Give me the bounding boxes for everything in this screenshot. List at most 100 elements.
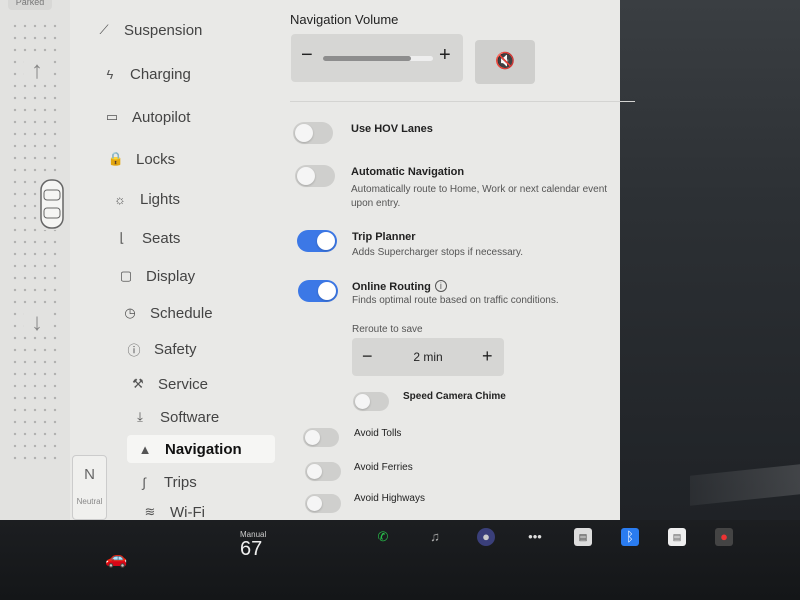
menu-item-service[interactable]: ⚒ Service: [128, 370, 208, 398]
toggle-knob: [307, 496, 322, 511]
hov-lanes-label: Use HOV Lanes: [351, 123, 433, 135]
car-topview-icon: [38, 178, 66, 230]
safety-icon: ⓘ: [127, 342, 141, 358]
notes-icon[interactable]: ▤: [668, 528, 686, 546]
menu-item-label: Trips: [164, 473, 197, 491]
menu-item-label: Display: [146, 267, 196, 285]
menu-item-software[interactable]: ⤓ Software: [130, 403, 219, 431]
wifi-icon: ≋: [144, 504, 156, 519]
arrow-up-icon[interactable]: ↑: [24, 58, 50, 84]
wrench-icon: ⚒: [132, 376, 144, 391]
clock-icon: ◷: [124, 305, 136, 320]
dashcam-icon[interactable]: ●: [715, 528, 733, 546]
menu-item-label: Navigation: [165, 440, 242, 458]
menu-item-schedule[interactable]: ◷ Schedule: [120, 299, 212, 327]
avoid-highways-toggle[interactable]: [305, 494, 341, 513]
trip-planner-label: Trip Planner: [352, 231, 416, 243]
trip-planner-toggle[interactable]: [297, 230, 337, 252]
sun-icon: ☼: [114, 191, 126, 207]
divider: [290, 101, 635, 102]
menu-item-label: Service: [158, 375, 209, 393]
avoid-tolls-toggle[interactable]: [303, 428, 339, 447]
avoid-ferries-toggle[interactable]: [305, 462, 341, 481]
navigation-settings-panel: Navigation Volume − + 🔇 Use HOV Lanes Au…: [285, 0, 635, 520]
arrow-down-icon[interactable]: ↓: [24, 310, 50, 336]
car-status-strip: Parked ↑ ↓: [0, 0, 70, 520]
bottom-dock: 🚗 Manual 67 ✆ ♫ ● ••• ▤ ᛒ ▤ ●: [0, 520, 800, 600]
volume-slider-box[interactable]: − +: [291, 34, 463, 82]
bluetooth-icon[interactable]: ᛒ: [621, 528, 639, 546]
volume-fill: [323, 56, 411, 61]
toggle-knob: [307, 464, 322, 479]
lightning-icon: ϟ: [106, 66, 114, 82]
trips-icon: ∫: [142, 474, 146, 490]
dotted-background: [10, 20, 60, 460]
settings-screen: Parked ↑ ↓ N Neutral ⟋ Suspension ϟ Chargin…: [0, 0, 635, 521]
menu-item-label: Charging: [130, 65, 191, 83]
menu-item-charging[interactable]: ϟ Charging: [100, 60, 191, 88]
online-routing-label-text: Online Routing: [352, 281, 431, 293]
avoid-tolls-label: Avoid Tolls: [354, 428, 402, 439]
menu-item-label: Suspension: [124, 21, 203, 39]
toggle-knob: [355, 394, 370, 409]
trip-planner-desc: Adds Supercharger stops if necessary.: [352, 247, 524, 258]
menu-item-display[interactable]: ▢ Display: [116, 262, 195, 290]
more-icon[interactable]: •••: [526, 528, 544, 546]
speed-readout[interactable]: 67: [240, 538, 262, 561]
menu-item-label: Lights: [140, 190, 181, 208]
menu-item-navigation[interactable]: ▲ Navigation: [127, 435, 275, 463]
menu-item-autopilot[interactable]: ▭ Autopilot: [102, 103, 191, 131]
menu-item-locks[interactable]: 🔒 Locks: [106, 145, 175, 173]
avoid-highways-label: Avoid Highways: [354, 493, 425, 504]
menu-item-label: Software: [160, 408, 220, 426]
settings-menu: ⟋ Suspension ϟ Charging ▭ Autopilot 🔒 Locks ☼ Lig…: [90, 0, 290, 521]
volume-slider[interactable]: [323, 56, 433, 61]
screen-bezel: [620, 0, 800, 520]
toggle-knob: [305, 430, 320, 445]
automatic-navigation-toggle[interactable]: [295, 165, 335, 187]
toybox-icon[interactable]: ▤: [574, 528, 592, 546]
menu-item-suspension[interactable]: ⟋ Suspension: [94, 16, 202, 44]
display-icon: ▢: [119, 268, 133, 283]
volume-plus-button[interactable]: +: [439, 44, 451, 67]
automatic-navigation-label: Automatic Navigation: [351, 166, 465, 178]
toggle-knob: [317, 232, 335, 250]
menu-item-safety[interactable]: ⓘ Safety: [124, 335, 197, 363]
online-routing-toggle[interactable]: [298, 280, 338, 302]
phone-icon[interactable]: ✆: [374, 528, 392, 546]
reroute-plus-button[interactable]: +: [482, 346, 493, 367]
volume-minus-button[interactable]: −: [301, 44, 313, 67]
reroute-stepper: − 2 min +: [352, 338, 504, 376]
navigation-volume-title: Navigation Volume: [290, 12, 399, 27]
menu-item-trips[interactable]: ∫ Trips: [134, 468, 197, 496]
menu-item-label: Locks: [136, 150, 176, 168]
car-icon[interactable]: 🚗: [105, 548, 127, 569]
hov-lanes-toggle[interactable]: [293, 122, 333, 144]
lock-icon: 🔒: [107, 151, 125, 166]
speed-camera-toggle[interactable]: [353, 392, 389, 411]
navigation-icon: ▲: [138, 441, 152, 457]
camera-icon[interactable]: ●: [477, 528, 495, 546]
toggle-knob: [297, 167, 315, 185]
parked-label: Parked: [8, 0, 52, 10]
music-icon[interactable]: ♫: [426, 528, 444, 546]
toggle-knob: [318, 282, 336, 300]
info-icon[interactable]: i: [434, 280, 447, 292]
menu-item-label: Seats: [142, 229, 181, 247]
steering-icon: ▭: [105, 109, 119, 124]
online-routing-label: Online Routing i: [352, 280, 447, 293]
toggle-knob: [295, 124, 313, 142]
menu-item-label: Safety: [154, 340, 197, 358]
automatic-navigation-desc: Automatically route to Home, Work or nex…: [351, 184, 608, 209]
menu-item-seats[interactable]: ⌊ Seats: [112, 224, 180, 252]
avoid-ferries-label: Avoid Ferries: [354, 462, 413, 473]
reroute-label: Reroute to save: [352, 324, 423, 335]
menu-item-lights[interactable]: ☼ Lights: [110, 185, 180, 213]
download-icon: ⤓: [137, 409, 143, 424]
seat-icon: ⌊: [119, 230, 125, 245]
mute-button[interactable]: 🔇: [475, 40, 535, 84]
speaker-mute-icon: 🔇: [495, 53, 515, 70]
online-routing-desc: Finds optimal route based on traffic con…: [352, 295, 559, 306]
speed-camera-label: Speed Camera Chime: [403, 391, 506, 402]
menu-item-label: Autopilot: [132, 108, 191, 126]
